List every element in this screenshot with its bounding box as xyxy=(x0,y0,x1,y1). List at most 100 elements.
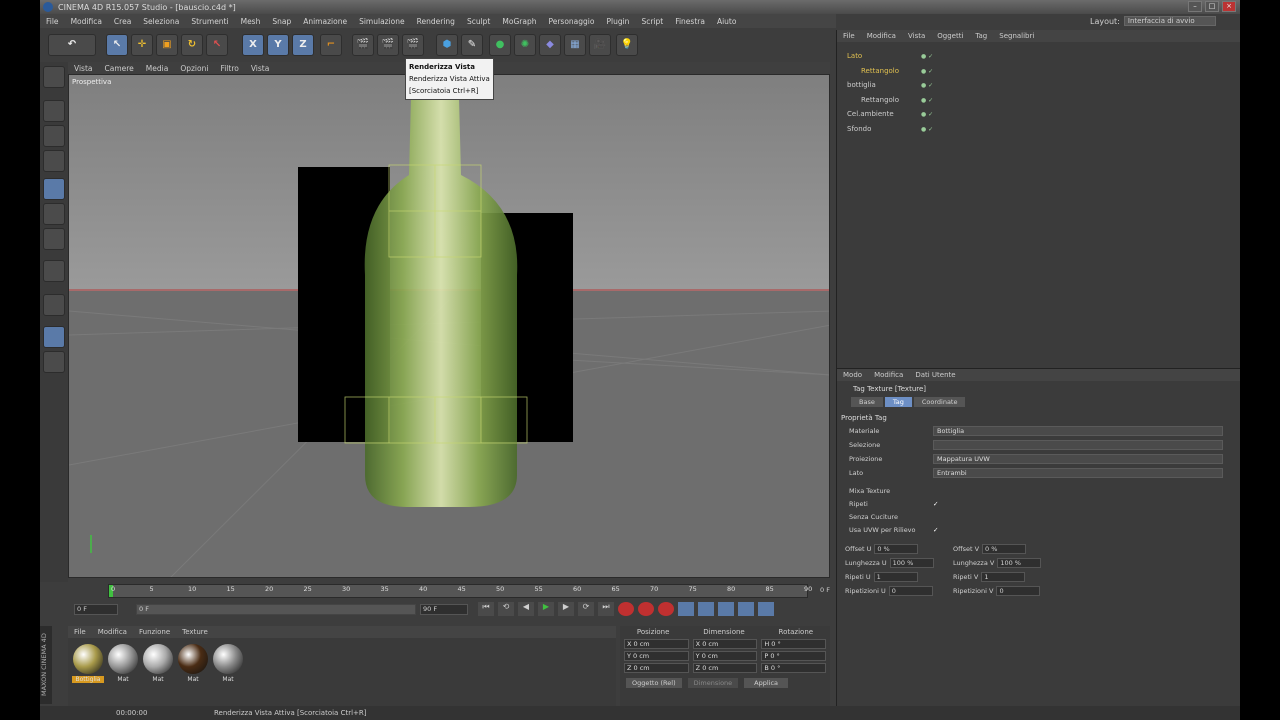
object-menu-item[interactable]: Vista xyxy=(902,30,931,42)
floor-icon[interactable]: ▦ xyxy=(564,34,586,56)
recent-tool-icon[interactable]: ↖ xyxy=(206,34,228,56)
go-to-start-icon[interactable]: ⏮ xyxy=(478,602,494,616)
menu-item[interactable]: Strumenti xyxy=(185,17,234,26)
auto-key-icon[interactable] xyxy=(638,602,654,616)
uv-input[interactable]: 0 % xyxy=(982,544,1027,554)
material-swatch[interactable]: Mat xyxy=(107,644,139,684)
cube-icon[interactable]: ⬢ xyxy=(436,34,458,56)
menu-item[interactable]: Aiuto xyxy=(711,17,743,26)
live-selection-icon[interactable]: ↖ xyxy=(106,34,128,56)
close-button[interactable]: × xyxy=(1222,1,1236,12)
material-swatch[interactable]: Mat xyxy=(212,644,244,684)
menu-item[interactable]: Rendering xyxy=(411,17,461,26)
uv-input[interactable]: 100 % xyxy=(889,558,934,568)
object-row[interactable]: Lato ● ✓ xyxy=(839,50,1224,63)
uv-input[interactable]: 0 % xyxy=(874,544,919,554)
visibility-check-icon[interactable]: ● ✓ xyxy=(921,65,933,78)
object-menu-item[interactable]: Tag xyxy=(969,30,993,42)
material-swatch[interactable]: Mat xyxy=(177,644,209,684)
viewport-menu-item[interactable]: Camere xyxy=(99,64,140,73)
menu-item[interactable]: Crea xyxy=(108,17,137,26)
pen-spline-icon[interactable]: ✎ xyxy=(461,34,483,56)
visibility-check-icon[interactable]: ● ✓ xyxy=(921,79,933,92)
attribute-value-field[interactable]: Bottiglia xyxy=(933,426,1223,436)
timeline-ruler[interactable]: 0 5 10 15 20 25 30 35 40 45 50 55 60 65 70 75 80 85 90 xyxy=(108,584,812,598)
coord-field[interactable]: X 0 cm xyxy=(624,639,689,649)
coord-field[interactable]: Z 0 cm xyxy=(624,663,689,673)
start-frame-field[interactable]: 0 F xyxy=(74,604,118,615)
subdivision-icon[interactable]: ● xyxy=(489,34,511,56)
material-menu-item[interactable]: File xyxy=(68,626,92,638)
coordinate-system-icon[interactable]: ⌐ xyxy=(320,34,342,56)
array-icon[interactable]: ✺ xyxy=(514,34,536,56)
attribute-menu-item[interactable]: Modifica xyxy=(868,369,909,381)
keyframe-selection-icon[interactable] xyxy=(658,602,674,616)
attribute-checkbox[interactable]: ✓ xyxy=(933,498,938,511)
object-menu-item[interactable]: File xyxy=(837,30,861,42)
viewport-menu-item[interactable]: Opzioni xyxy=(174,64,214,73)
visibility-check-icon[interactable]: ● ✓ xyxy=(921,123,933,136)
render-settings-icon[interactable]: 🎬 xyxy=(402,34,424,56)
coord-field[interactable]: X 0 cm xyxy=(692,639,758,649)
maximize-button[interactable]: □ xyxy=(1205,1,1219,12)
x-axis-button[interactable]: X xyxy=(242,34,264,56)
end-frame-field[interactable]: 90 F xyxy=(420,604,468,615)
attribute-value-field[interactable] xyxy=(933,440,1223,450)
menu-item[interactable]: Plugin xyxy=(600,17,635,26)
menu-item[interactable]: Animazione xyxy=(297,17,353,26)
light-icon[interactable]: 💡 xyxy=(616,34,638,56)
perspective-viewport[interactable]: Prospettiva xyxy=(68,74,830,578)
object-row[interactable]: Cel.ambiente ● ✓ xyxy=(839,108,1224,121)
menu-item[interactable]: Seleziona xyxy=(137,17,185,26)
render-picture-viewer-icon[interactable]: 🎬 xyxy=(377,34,399,56)
edges-mode-icon[interactable] xyxy=(43,203,65,225)
object-menu-item[interactable]: Segnalibri xyxy=(993,30,1040,42)
attribute-tab[interactable]: Tag xyxy=(884,397,912,407)
undo-button[interactable]: ↶ xyxy=(48,34,96,56)
attribute-value-field[interactable]: Entrambi xyxy=(933,468,1223,478)
camera-icon[interactable]: 🎥 xyxy=(589,34,611,56)
material-swatch[interactable]: Bottiglia xyxy=(72,644,104,684)
visibility-check-icon[interactable]: ● ✓ xyxy=(921,50,933,63)
axis-mode-icon[interactable] xyxy=(43,260,65,282)
material-menu-item[interactable]: Funzione xyxy=(133,626,176,638)
deformer-icon[interactable]: ◆ xyxy=(539,34,561,56)
attribute-menu-item[interactable]: Dati Utente xyxy=(909,369,961,381)
menu-item[interactable]: Personaggio xyxy=(542,17,600,26)
loop-forward-icon[interactable]: ⟳ xyxy=(578,602,594,616)
key-scale-icon[interactable] xyxy=(698,602,714,616)
viewport-menu-item[interactable]: Vista xyxy=(245,64,276,73)
menu-item[interactable]: Finestra xyxy=(669,17,711,26)
coord-field[interactable]: H 0 ° xyxy=(761,639,827,649)
y-axis-button[interactable]: Y xyxy=(267,34,289,56)
attribute-checkbox[interactable]: ✓ xyxy=(933,524,938,537)
viewport-menu-item[interactable]: Media xyxy=(140,64,175,73)
uv-input[interactable]: 0 xyxy=(996,586,1041,596)
scale-icon[interactable]: ▣ xyxy=(156,34,178,56)
planar-workplane-icon[interactable] xyxy=(43,351,65,373)
make-editable-icon[interactable] xyxy=(43,66,65,88)
key-parameter-icon[interactable] xyxy=(738,602,754,616)
viewport-menu-item[interactable]: Filtro xyxy=(214,64,244,73)
go-to-end-icon[interactable]: ⏭ xyxy=(598,602,614,616)
current-frame-slider[interactable]: 0 F xyxy=(136,604,416,615)
record-icon[interactable] xyxy=(618,602,634,616)
loop-icon[interactable]: ⟲ xyxy=(498,602,514,616)
key-pla-icon[interactable] xyxy=(758,602,774,616)
menu-item[interactable]: MoGraph xyxy=(496,17,542,26)
attribute-menu-item[interactable]: Modo xyxy=(837,369,868,381)
uv-input[interactable]: 1 xyxy=(873,572,918,582)
texture-mode-icon[interactable] xyxy=(43,125,65,147)
z-axis-button[interactable]: Z xyxy=(292,34,314,56)
viewport-menu-item[interactable]: Vista xyxy=(68,64,99,73)
rotate-icon[interactable]: ↻ xyxy=(181,34,203,56)
snap-icon[interactable] xyxy=(43,294,65,316)
visibility-check-icon[interactable]: ● ✓ xyxy=(921,94,933,107)
coord-mode-dropdown[interactable]: Oggetto (Rel) xyxy=(626,678,682,688)
attribute-tab[interactable]: Coordinate xyxy=(913,397,966,407)
object-row[interactable]: Rettangolo ● ✓ xyxy=(839,94,1224,107)
coord-field[interactable]: B 0 ° xyxy=(761,663,827,673)
points-mode-icon[interactable] xyxy=(43,178,65,200)
object-row[interactable]: bottiglia ● ✓ xyxy=(839,79,1224,92)
key-rotation-icon[interactable] xyxy=(718,602,734,616)
